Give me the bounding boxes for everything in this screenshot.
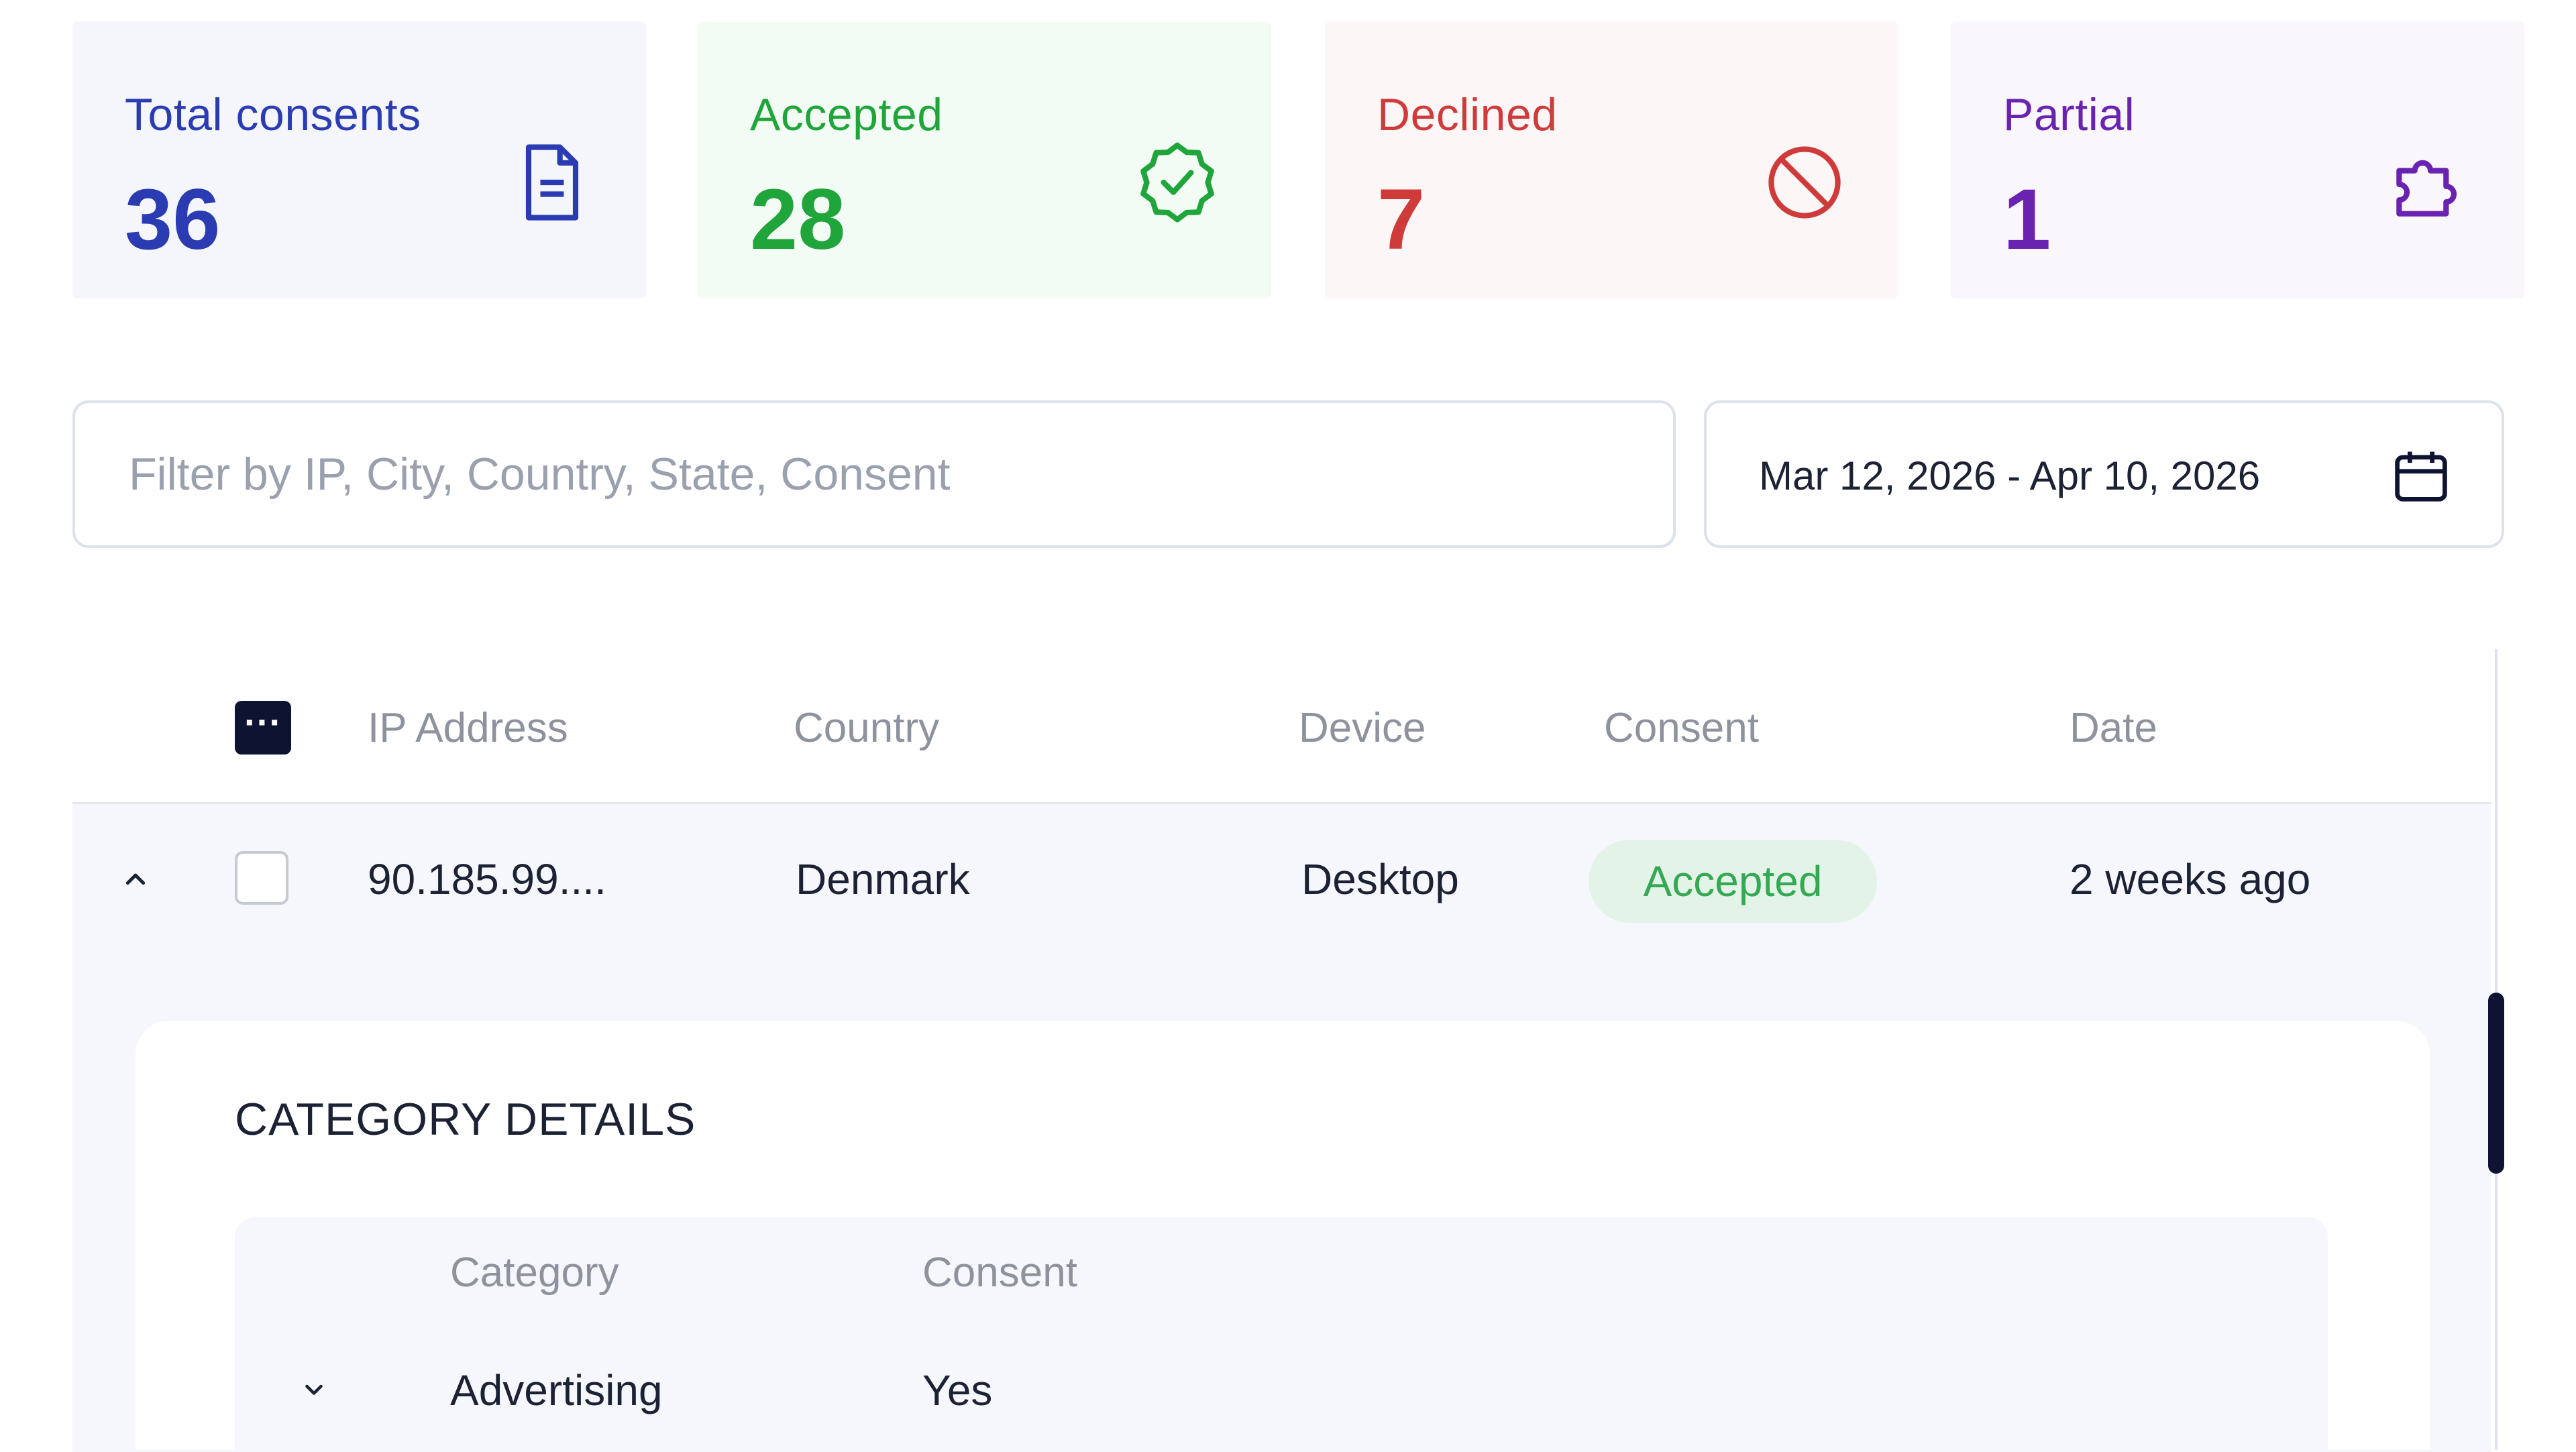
- date-range-picker[interactable]: Mar 12, 2026 - Apr 10, 2026: [1704, 400, 2504, 548]
- stat-value: 1: [2003, 172, 2051, 268]
- filter-input[interactable]: [72, 400, 1676, 548]
- block-icon: [1768, 146, 1841, 219]
- puzzle-icon: [2396, 160, 2457, 217]
- select-all-checkbox[interactable]: ···: [235, 701, 291, 755]
- stat-label: Total consents: [125, 89, 421, 140]
- collapse-chevron-icon[interactable]: [121, 865, 150, 892]
- stat-card-partial: Partial 1: [1951, 21, 2524, 298]
- stat-label: Partial: [2003, 89, 2135, 140]
- consent-status-badge: Accepted: [1589, 840, 1877, 923]
- calendar-icon[interactable]: [2387, 443, 2455, 510]
- stat-value: 28: [750, 172, 846, 268]
- col-header-ip[interactable]: IP Address: [368, 704, 568, 752]
- stat-card-accepted: Accepted 28: [698, 21, 1271, 298]
- cell-ip: 90.185.99....: [368, 855, 606, 903]
- row-checkbox[interactable]: [235, 851, 288, 905]
- scrollbar-thumb[interactable]: [2488, 993, 2504, 1174]
- cell-category-consent: Yes: [922, 1366, 993, 1414]
- category-details-title: CATEGORY DETAILS: [235, 1094, 696, 1145]
- document-icon: [525, 144, 579, 221]
- col-header-device[interactable]: Device: [1299, 704, 1426, 752]
- col-header-country[interactable]: Country: [794, 704, 939, 752]
- stat-value: 7: [1377, 172, 1426, 268]
- stat-label: Declined: [1377, 89, 1558, 140]
- col-header-category-consent: Consent: [922, 1249, 1077, 1296]
- col-header-consent[interactable]: Consent: [1604, 704, 1759, 752]
- date-range-text: Mar 12, 2026 - Apr 10, 2026: [1759, 453, 2261, 498]
- cell-country: Denmark: [796, 855, 970, 903]
- stat-card-declined: Declined 7: [1325, 21, 1898, 298]
- cell-category: Advertising: [450, 1366, 663, 1414]
- col-header-date[interactable]: Date: [2070, 704, 2157, 752]
- cell-device: Desktop: [1301, 855, 1459, 903]
- cell-date: 2 weeks ago: [2070, 855, 2311, 903]
- stat-value: 36: [125, 172, 221, 268]
- expand-chevron-icon[interactable]: [301, 1378, 327, 1402]
- stat-label: Accepted: [750, 89, 943, 140]
- col-header-category: Category: [450, 1249, 619, 1296]
- verified-badge-icon: [1140, 142, 1214, 223]
- stat-card-total: Total consents 36: [72, 21, 646, 298]
